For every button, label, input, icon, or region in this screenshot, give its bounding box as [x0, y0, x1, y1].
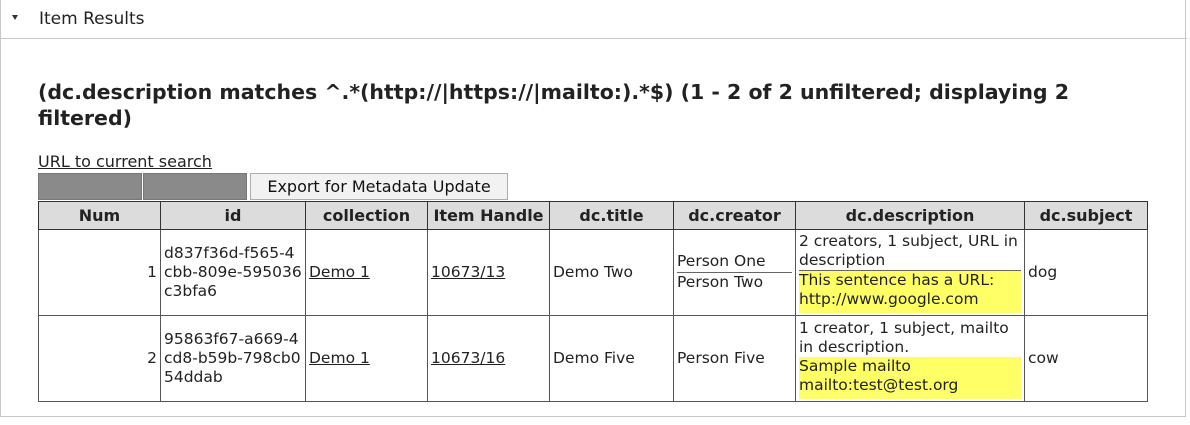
collection-link[interactable]: Demo 1 [309, 263, 370, 281]
cell-title: Demo Two [549, 229, 674, 316]
results-table: Num id collection Item Handle dc.title d… [38, 201, 1148, 402]
cell-collection: Demo 1 [305, 229, 428, 316]
panel-header[interactable]: Item Results [1, 0, 1187, 39]
collection-link[interactable]: Demo 1 [309, 349, 370, 367]
creator-value: Person One [677, 252, 792, 273]
export-metadata-button[interactable]: Export for Metadata Update [250, 173, 508, 200]
query-title: (dc.description matches ^.*(http://|http… [38, 80, 1069, 130]
cell-description: 1 creator, 1 subject, mailto in descript… [795, 315, 1025, 402]
highlighted-text: Sample mailto mailto:test@test.org [799, 356, 1021, 399]
description-value: 2 creators, 1 subject, URL in descriptio… [799, 232, 1021, 271]
header-collection[interactable]: collection [305, 201, 428, 230]
cell-title: Demo Five [549, 315, 674, 402]
cell-description: 2 creators, 1 subject, URL in descriptio… [795, 229, 1025, 316]
cell-id: 95863f67-a669-4cd8-b59b-798cb054ddab [160, 315, 306, 402]
highlighted-text: This sentence has a URL: http://www.goog… [799, 271, 1021, 313]
cell-collection: Demo 1 [305, 315, 428, 402]
item-handle-link[interactable]: 10673/16 [431, 349, 505, 367]
header-item-handle[interactable]: Item Handle [427, 201, 550, 230]
cell-id: d837f36d-f565-4cbb-809e-595036c3bfa6 [160, 229, 306, 316]
caret-down-icon[interactable] [12, 15, 18, 20]
item-handle-link[interactable]: 10673/13 [431, 263, 505, 281]
description-value: 1 creator, 1 subject, mailto in descript… [799, 318, 1009, 356]
header-row: Num id collection Item Handle dc.title d… [38, 201, 1148, 230]
cell-creator: Person Five [673, 315, 796, 402]
header-dc-description[interactable]: dc.description [795, 201, 1025, 230]
panel-title: Item Results [39, 9, 145, 29]
cell-handle: 10673/13 [427, 229, 550, 316]
header-dc-subject[interactable]: dc.subject [1024, 201, 1148, 230]
table-row: 1 d837f36d-f565-4cbb-809e-595036c3bfa6 D… [38, 229, 1148, 316]
header-num[interactable]: Num [38, 201, 161, 230]
header-dc-title[interactable]: dc.title [549, 201, 674, 230]
description-value-highlighted: Sample mailto mailto:test@test.org [799, 356, 1021, 399]
table-row: 2 95863f67-a669-4cd8-b59b-798cb054ddab D… [38, 315, 1148, 402]
cell-subject: dog [1024, 229, 1148, 316]
cell-num: 2 [38, 315, 161, 402]
creator-value: Person Two [677, 273, 764, 291]
creator-value: Person Five [677, 348, 765, 367]
cell-num: 1 [38, 229, 161, 316]
header-dc-creator[interactable]: dc.creator [673, 201, 796, 230]
description-value-highlighted: This sentence has a URL: http://www.goog… [799, 271, 1021, 313]
unlabeled-button-2[interactable] [143, 173, 247, 200]
cell-subject: cow [1024, 315, 1148, 402]
unlabeled-button-1[interactable] [38, 173, 142, 200]
cell-creator: Person One Person Two [673, 229, 796, 316]
header-id[interactable]: id [160, 201, 306, 230]
current-search-url-link[interactable]: URL to current search [38, 152, 212, 171]
cell-handle: 10673/16 [427, 315, 550, 402]
